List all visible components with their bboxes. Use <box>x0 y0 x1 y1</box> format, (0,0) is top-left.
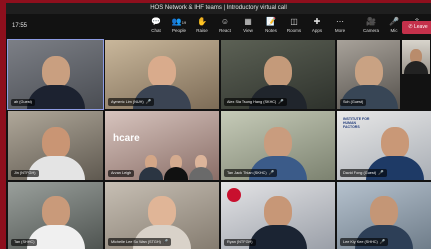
more-button[interactable]: ⋯ More <box>330 16 350 40</box>
participant-name: Tan Jack Thian (SKHC) 🎤 <box>224 169 278 177</box>
more-icon: ⋯ <box>336 17 344 26</box>
camera-button[interactable]: 🎥 Camera <box>361 16 381 40</box>
chat-button[interactable]: 💬 Chat <box>146 16 166 40</box>
organization-logo <box>227 188 241 202</box>
rooms-icon: ◫ <box>290 17 298 26</box>
mic-button[interactable]: 🎤 Mic <box>384 16 404 40</box>
participant-tile[interactable]: Tan (SHHC) <box>8 182 103 249</box>
meeting-timer: 17:55 <box>12 23 28 29</box>
apps-button[interactable]: ✚ Apps <box>307 16 327 40</box>
view-button[interactable]: ▦ View <box>238 16 258 40</box>
participant-name: David Fong (Guest) 🎤 <box>340 169 387 177</box>
react-button[interactable]: ☺ React <box>215 16 235 40</box>
participant-name: Lee Kiy Kee (SHHC) 🎤 <box>340 238 389 246</box>
participant-name: Alex Sia Tsung Hang (SKHC) 🎤 <box>224 98 287 106</box>
participant-tile[interactable]: Tan Jack Thian (SKHC) 🎤 <box>221 111 335 180</box>
self-view-tile[interactable] <box>402 40 430 74</box>
participant-tile[interactable]: Jin (NTFGH) <box>8 111 103 180</box>
participant-name: Aymeric Lim (NUH) 🎤 <box>108 98 155 106</box>
view-icon: ▦ <box>244 17 252 26</box>
participant-tile[interactable]: Sch (Guest) <box>337 40 400 109</box>
mic-icon: 🎤 <box>389 17 399 26</box>
participant-tile[interactable]: ah (Guest) <box>7 39 104 110</box>
participant-tile[interactable]: Aymeric Lim (NUH) 🎤 <box>105 40 219 109</box>
mic-muted-icon: 🎤 <box>379 239 386 244</box>
people-button[interactable]: 👥19 People <box>169 16 189 40</box>
participant-name: Sch (Guest) <box>340 99 367 106</box>
mic-muted-icon: 🎤 <box>268 170 275 175</box>
notes-button[interactable]: 📝 Notes <box>261 16 281 40</box>
participant-name: ah (Guest) <box>11 99 35 106</box>
slide-banner: hcare <box>113 133 140 144</box>
raise-hand-button[interactable]: ✋ Raise <box>192 16 212 40</box>
participant-tile[interactable]: Ryan (NTFGH) <box>221 182 335 249</box>
participant-tile[interactable]: Lee Kiy Kee (SHHC) 🎤 <box>337 182 431 249</box>
mic-muted-icon: 🎤 <box>145 99 152 104</box>
mic-muted-icon: 🎤 <box>278 99 284 104</box>
chat-icon: 💬 <box>151 17 161 26</box>
react-icon: ☺ <box>220 17 230 26</box>
notes-icon: 📝 <box>266 17 276 26</box>
apps-icon: ✚ <box>313 17 321 26</box>
raise-hand-icon: ✋ <box>197 17 207 26</box>
people-count-badge: 19 <box>181 20 187 25</box>
mic-muted-icon: 🎤 <box>162 239 169 244</box>
mic-muted-icon: 🎤 <box>378 170 384 175</box>
camera-icon: 🎥 <box>366 17 376 26</box>
meeting-toolbar: 💬 Chat 👥19 People ✋ Raise ☺ React ▦ View 📝 Not… <box>146 16 427 40</box>
participant-name: Jin (NTFGH) <box>11 170 39 177</box>
participant-tile[interactable]: INSTITUTE FOR HUMAN FACTORS David Fong (… <box>337 111 431 180</box>
leave-button[interactable]: ✆ Leave <box>402 21 431 34</box>
rooms-button[interactable]: ◫ Rooms <box>284 16 304 40</box>
participant-name: Tan (SHHC) <box>11 239 38 246</box>
participant-tile[interactable]: Alex Sia Tsung Hang (SKHC) 🎤 <box>221 40 335 109</box>
participant-name: Arvan Leigh <box>108 170 135 177</box>
window-title: HOS Network & IHF teams | Introductory v… <box>6 3 431 14</box>
participant-tile[interactable]: Michelle Lee So Wan (STGH) 🎤 <box>105 182 219 249</box>
phone-icon: ✆ <box>408 24 413 30</box>
participant-name: Michelle Lee So Wan (STGH) 🎤 <box>108 238 172 246</box>
participant-name: Ryan (NTFGH) <box>224 239 256 246</box>
people-icon: 👥19 <box>171 17 187 26</box>
meeting-window: HOS Network & IHF teams | Introductory v… <box>6 3 431 249</box>
participant-tile[interactable]: hcare Arvan Leigh <box>105 111 219 180</box>
